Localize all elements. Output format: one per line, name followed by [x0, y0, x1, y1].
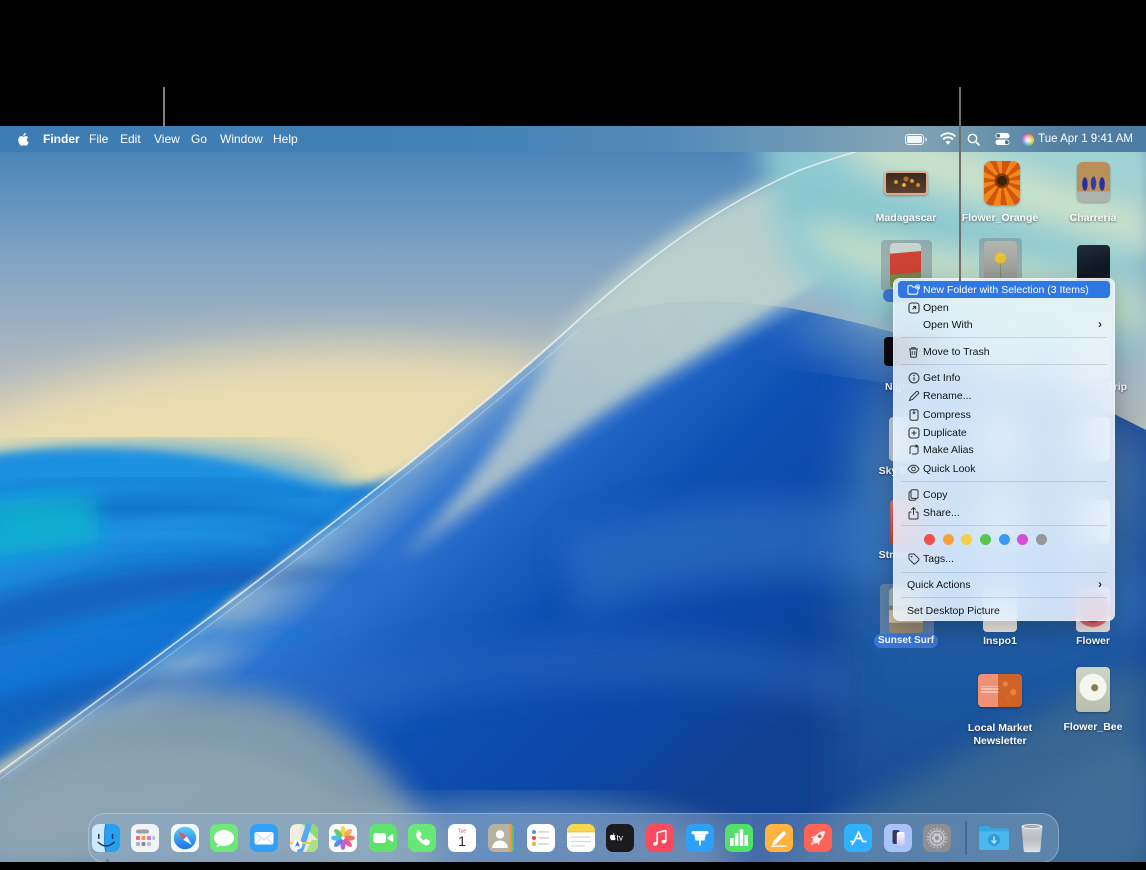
- svg-text:1: 1: [458, 833, 466, 849]
- svg-text:tv: tv: [617, 834, 624, 843]
